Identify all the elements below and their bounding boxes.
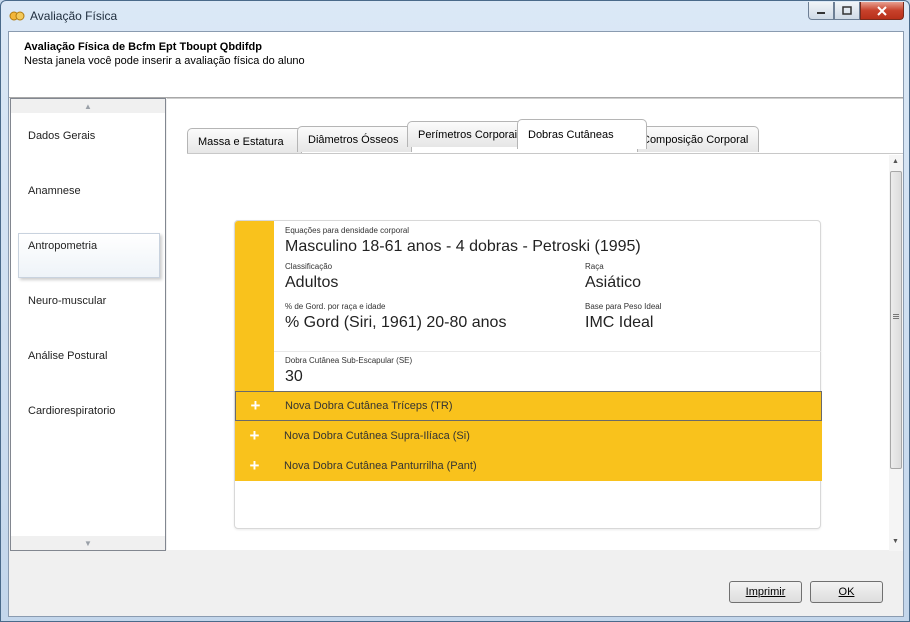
dobras-card: Equações para densidade corporal Masculi… [234, 220, 822, 529]
minimize-button[interactable] [808, 2, 834, 20]
fat-percent-value[interactable]: % Gord (Siri, 1961) 20-80 anos [285, 314, 506, 332]
minimize-icon [817, 11, 825, 14]
tab-label: Massa e Estatura [198, 135, 284, 148]
content-panel: Massa e Estatura Diâmetros Ósseos Períme… [167, 98, 903, 551]
race-value[interactable]: Asiático [585, 274, 641, 292]
content-scrollbar[interactable]: ▲ ▼ [889, 155, 903, 551]
title-bar[interactable]: Avaliação Física [1, 1, 909, 31]
add-triceps-row[interactable]: + Nova Dobra Cutânea Tríceps (TR) [235, 391, 822, 421]
grip-icon [893, 314, 899, 315]
add-row-label: Nova Dobra Cutânea Supra-Ilíaca (Si) [284, 430, 470, 442]
sidebar: ▲ Dados Gerais Anamnese Antropometria Ne… [10, 98, 166, 551]
scroll-up-icon: ▲ [84, 101, 92, 111]
tab-diametros-osseos[interactable]: Diâmetros Ósseos [297, 126, 412, 152]
add-panturrilha-row[interactable]: + Nova Dobra Cutânea Panturrilha (Pant) [235, 451, 822, 481]
sidebar-item-antropometria[interactable]: Antropometria [28, 240, 97, 252]
header-panel: Avaliação Física de Bcfm Ept Tboupt Qbdi… [9, 32, 903, 98]
add-row-label: Nova Dobra Cutânea Panturrilha (Pant) [284, 460, 477, 472]
app-window: Avaliação Física Avaliação Física de Bcf… [0, 0, 910, 622]
classification-value[interactable]: Adultos [285, 274, 338, 292]
fold-label: Dobra Cutânea Sub-Escapular (SE) [285, 356, 413, 365]
tab-label: Diâmetros Ósseos [308, 133, 399, 146]
equation-label: Equações para densidade corporal [285, 226, 410, 235]
tab-massa-estatura[interactable]: Massa e Estatura [187, 128, 302, 154]
tab-label: Dobras Cutâneas [528, 128, 614, 141]
header-title: Avaliação Física de Bcfm Ept Tboupt Qbdi… [24, 41, 262, 53]
close-icon [877, 5, 887, 16]
add-row-label: Nova Dobra Cutânea Tríceps (TR) [285, 400, 453, 412]
scroll-down-icon: ▼ [84, 538, 92, 548]
ideal-weight-label: Base para Peso Ideal [585, 302, 662, 311]
scroll-down-icon[interactable]: ▼ [892, 538, 899, 545]
sidebar-item-anamnese[interactable]: Anamnese [28, 185, 81, 197]
tab-underline [187, 153, 903, 154]
window-title: Avaliação Física [30, 9, 118, 23]
header-subtitle: Nesta janela você pode inserir a avaliaç… [24, 55, 305, 67]
tab-label: Composição Corporal [642, 133, 749, 146]
card-accent-bar [235, 221, 274, 391]
scroll-up-icon[interactable]: ▲ [892, 158, 899, 165]
tab-composicao-corporal[interactable]: Composição Corporal [637, 126, 759, 152]
ok-button[interactable]: OK [810, 581, 883, 603]
sidebar-item-cardiorespiratorio[interactable]: Cardiorespiratorio [28, 405, 115, 417]
equation-value[interactable]: Masculino 18-61 anos - 4 dobras - Petros… [285, 238, 641, 256]
tab-label: Perímetros Corporais [418, 128, 522, 141]
fold-value[interactable]: 30 [285, 368, 303, 386]
sidebar-item-analise-postural[interactable]: Análise Postural [28, 350, 108, 362]
print-button[interactable]: Imprimir [729, 581, 802, 603]
window-body: Avaliação Física de Bcfm Ept Tboupt Qbdi… [8, 31, 904, 617]
ideal-weight-value[interactable]: IMC Ideal [585, 314, 653, 332]
plus-icon: + [249, 456, 260, 475]
add-supra-iliaca-row[interactable]: + Nova Dobra Cutânea Supra-Ilíaca (Si) [235, 421, 822, 451]
classification-label: Classificação [285, 262, 333, 271]
app-icon [9, 11, 25, 21]
tab-bar: Massa e Estatura Diâmetros Ósseos Períme… [167, 99, 903, 154]
close-button[interactable] [860, 2, 904, 20]
sidebar-scroll-up[interactable]: ▲ [11, 99, 165, 113]
scrollbar-thumb[interactable] [890, 171, 902, 469]
race-label: Raça [585, 262, 604, 271]
sidebar-item-neuro-muscular[interactable]: Neuro-muscular [28, 295, 106, 307]
plus-icon: + [249, 426, 260, 445]
window-controls [808, 2, 904, 20]
tab-perimetros-corporais[interactable]: Perímetros Corporais [407, 121, 522, 147]
sidebar-item-dados-gerais[interactable]: Dados Gerais [28, 130, 95, 142]
sidebar-scroll-down[interactable]: ▼ [11, 536, 165, 550]
maximize-icon [842, 6, 852, 15]
maximize-button[interactable] [834, 2, 860, 20]
tab-dobras-cutaneas[interactable]: Dobras Cutâneas [517, 119, 647, 149]
fat-percent-label: % de Gord. por raça e idade [285, 302, 386, 311]
card-divider [274, 351, 821, 352]
plus-icon: + [250, 396, 261, 415]
